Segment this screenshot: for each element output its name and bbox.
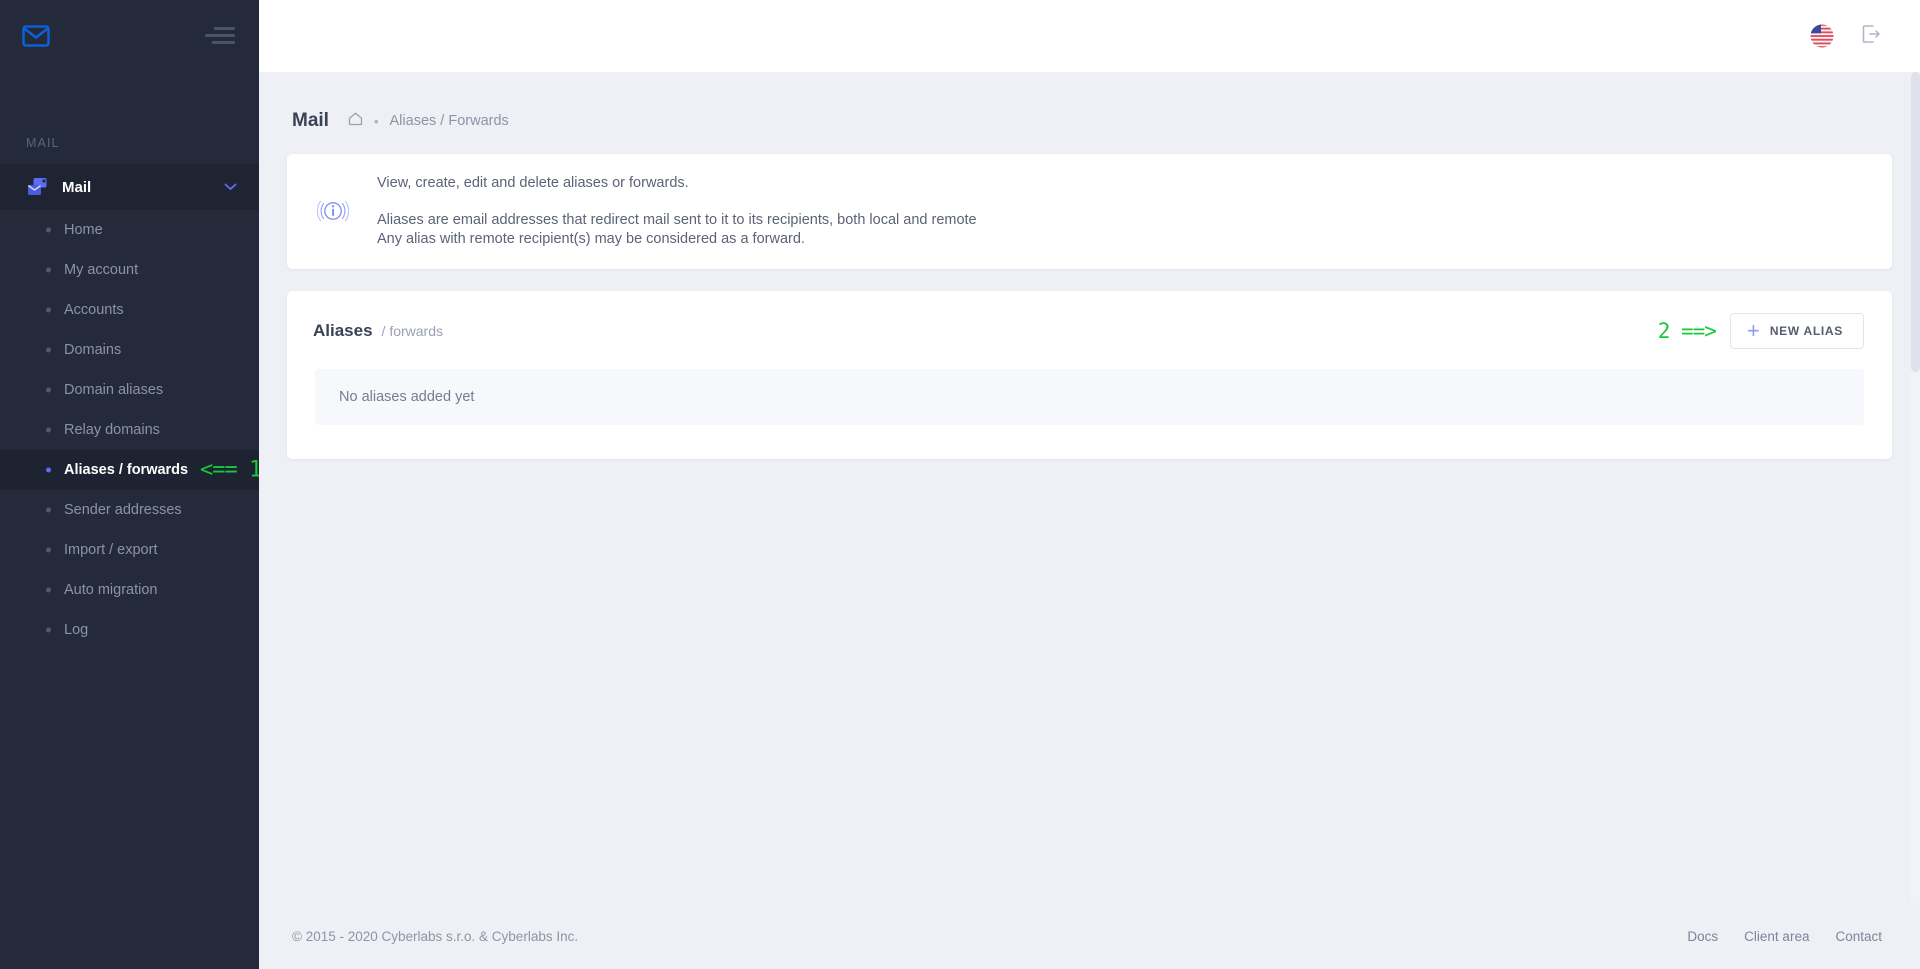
- sidebar-item-label: Auto migration: [64, 582, 158, 598]
- sidebar-group-title: Mail: [62, 178, 92, 196]
- breadcrumb: Mail • Aliases / Forwards: [287, 72, 1892, 154]
- bullet-icon: [46, 467, 51, 473]
- info-line-1: View, create, edit and delete aliases or…: [377, 175, 689, 191]
- chevron-down-icon[interactable]: [224, 178, 237, 196]
- sidebar: MAIL Mail Home My account Accounts Domai…: [0, 0, 259, 969]
- aliases-subtitle: / forwards: [381, 322, 444, 339]
- bullet-icon: [46, 387, 51, 393]
- aliases-card-actions: 2 ==> + NEW ALIAS: [1657, 312, 1864, 349]
- bullet-icon: [46, 227, 51, 233]
- sidebar-item-label: Sender addresses: [64, 502, 182, 518]
- sidebar-item-domains[interactable]: Domains: [0, 330, 259, 370]
- footer-link-client-area[interactable]: Client area: [1744, 929, 1809, 944]
- sidebar-group-mail[interactable]: Mail: [0, 164, 259, 210]
- aliases-card-heading: Aliases / forwards: [313, 321, 443, 341]
- logout-icon[interactable]: [1860, 23, 1882, 50]
- plus-icon: +: [1746, 317, 1760, 343]
- aliases-card-header: Aliases / forwards 2 ==> + NEW ALIAS: [287, 291, 1892, 369]
- top-bar: [259, 0, 1920, 72]
- sidebar-item-label: Relay domains: [64, 422, 160, 438]
- empty-state-message: No aliases added yet: [315, 368, 1864, 425]
- sidebar-item-auto-migration[interactable]: Auto migration: [0, 570, 259, 610]
- sidebar-item-domain-aliases[interactable]: Domain aliases: [0, 370, 259, 410]
- bullet-icon: [46, 427, 51, 433]
- aliases-card: Aliases / forwards 2 ==> + NEW ALIAS No …: [287, 290, 1892, 459]
- footer-links: Docs Client area Contact: [1687, 929, 1882, 944]
- bullet-icon: [46, 507, 51, 513]
- sidebar-item-label: Domains: [64, 342, 122, 358]
- sidebar-item-import-export[interactable]: Import / export: [0, 530, 259, 570]
- bullet-icon: [46, 267, 51, 273]
- aliases-title: Aliases: [313, 320, 373, 340]
- sidebar-item-label: My account: [64, 262, 139, 278]
- sidebar-item-label: Aliases / forwards: [64, 462, 189, 478]
- sidebar-item-label: Accounts: [64, 302, 124, 318]
- breadcrumb-current: Aliases / Forwards: [389, 113, 509, 129]
- footer-copyright: © 2015 - 2020 Cyberlabs s.r.o. & Cyberla…: [292, 928, 579, 944]
- page-scrollbar-track[interactable]: [1911, 72, 1920, 903]
- footer-link-contact[interactable]: Contact: [1835, 929, 1882, 944]
- bullet-icon: [46, 347, 51, 353]
- page-title: Mail: [292, 110, 329, 131]
- page-scrollbar-thumb[interactable]: [1911, 72, 1920, 372]
- sidebar-item-label: Domain aliases: [64, 382, 164, 398]
- sidebar-step-annotation: <== 1: [200, 457, 259, 483]
- info-circle-icon: [316, 195, 350, 227]
- info-line-2: Aliases are email addresses that redirec…: [377, 211, 977, 228]
- bullet-icon: [46, 587, 51, 593]
- info-text: View, create, edit and delete aliases or…: [377, 176, 977, 247]
- us-flag-icon[interactable]: [1810, 24, 1834, 48]
- sidebar-item-relay-domains[interactable]: Relay domains: [0, 410, 259, 450]
- sidebar-section-label: MAIL: [26, 136, 60, 150]
- bullet-icon: [46, 307, 51, 313]
- home-icon[interactable]: [340, 112, 363, 131]
- sidebar-nav-list: Home My account Accounts Domains Domain …: [0, 210, 259, 650]
- new-alias-step-annotation: 2 ==>: [1657, 318, 1717, 343]
- sidebar-item-sender-addresses[interactable]: Sender addresses: [0, 490, 259, 530]
- footer: © 2015 - 2020 Cyberlabs s.r.o. & Cyberla…: [259, 903, 1920, 969]
- sidebar-header: [0, 0, 259, 72]
- footer-link-docs[interactable]: Docs: [1687, 929, 1718, 944]
- sidebar-item-label: Home: [64, 222, 103, 238]
- sidebar-item-aliases-forwards[interactable]: Aliases / forwards <== 1: [0, 450, 259, 490]
- bullet-icon: [46, 547, 51, 553]
- info-panel: View, create, edit and delete aliases or…: [287, 154, 1892, 269]
- new-alias-button[interactable]: + NEW ALIAS: [1729, 312, 1864, 349]
- content-area: Mail • Aliases / Forwards View, create, …: [259, 72, 1920, 903]
- sidebar-item-label: Log: [64, 622, 89, 638]
- new-alias-button-label: NEW ALIAS: [1769, 323, 1843, 338]
- main-area: Mail • Aliases / Forwards View, create, …: [259, 0, 1920, 969]
- bullet-icon: [46, 627, 51, 633]
- sidebar-item-accounts[interactable]: Accounts: [0, 290, 259, 330]
- mail-stack-icon: [26, 176, 48, 198]
- sidebar-item-label: Import / export: [64, 542, 158, 558]
- hamburger-icon[interactable]: [203, 26, 237, 46]
- sidebar-item-my-account[interactable]: My account: [0, 250, 259, 290]
- info-line-3: Any alias with remote recipient(s) may b…: [377, 231, 805, 247]
- sidebar-item-home[interactable]: Home: [0, 210, 259, 250]
- breadcrumb-separator: •: [373, 113, 379, 129]
- envelope-logo-icon[interactable]: [22, 25, 50, 47]
- sidebar-item-log[interactable]: Log: [0, 610, 259, 650]
- app-root: MAIL Mail Home My account Accounts Domai…: [0, 0, 1920, 969]
